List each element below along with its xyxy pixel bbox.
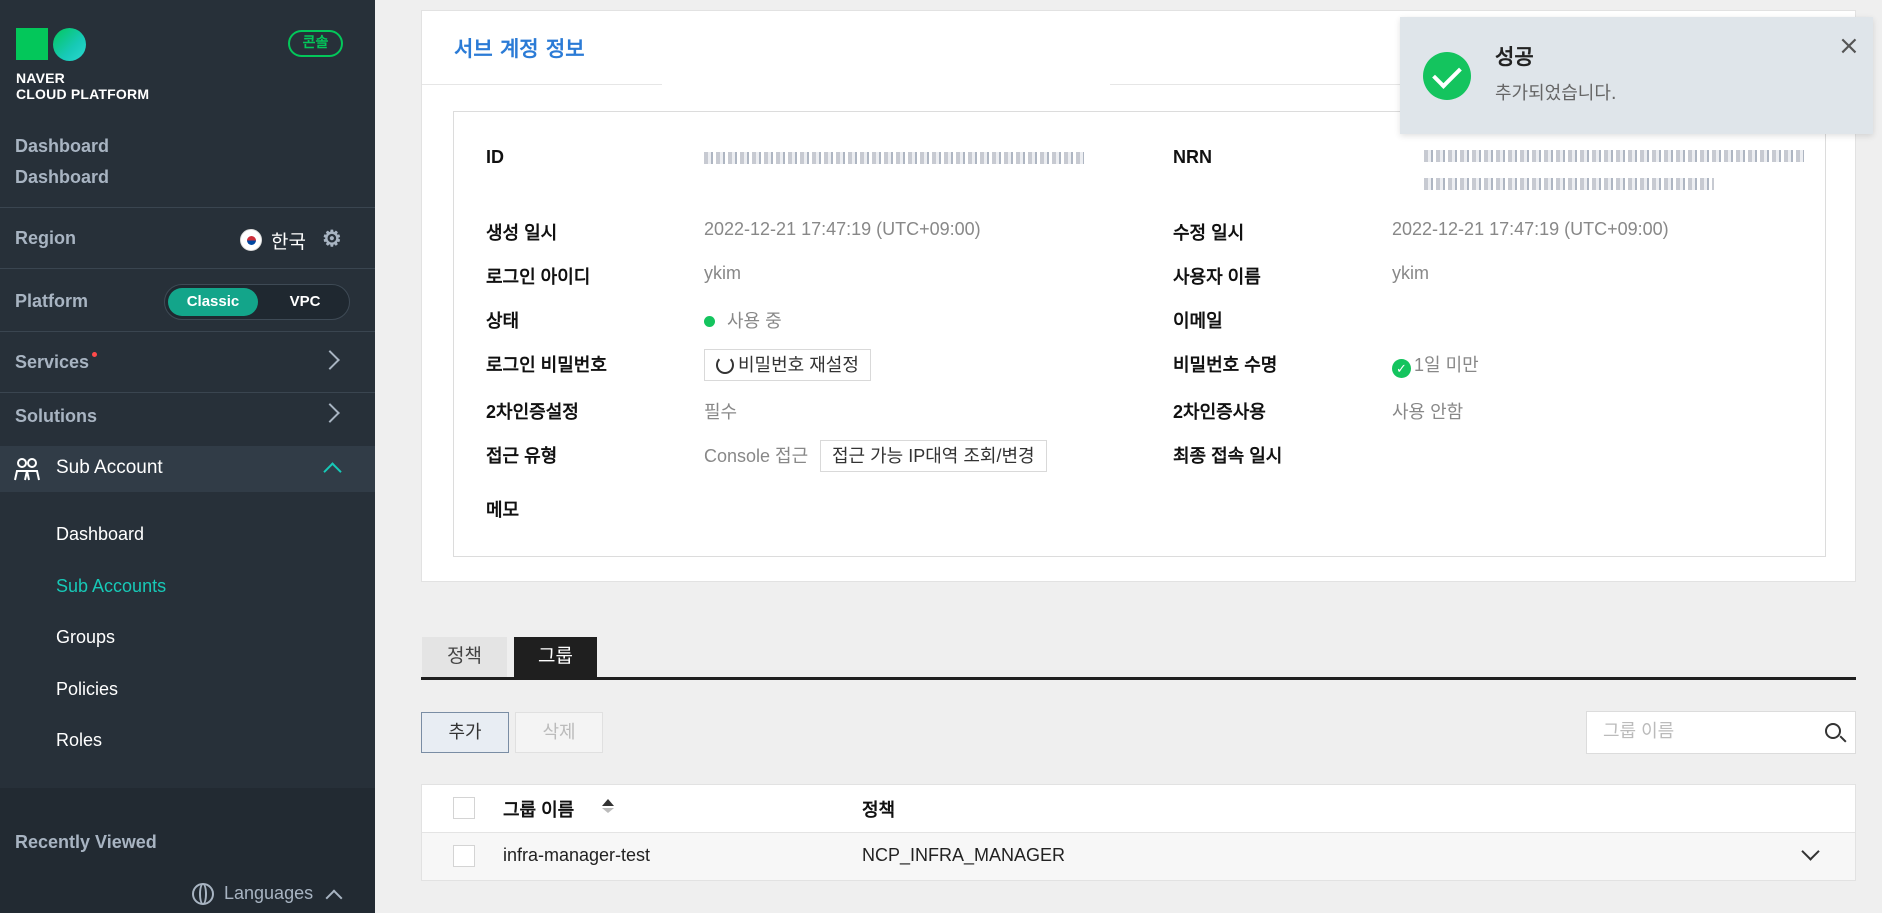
chevron-down-icon[interactable] (1801, 842, 1820, 861)
platform-label: Platform (15, 291, 89, 311)
console-badge[interactable]: 콘솔 (288, 30, 343, 57)
solutions-label: Solutions (15, 405, 97, 426)
nav-dashboard-text: Dashboard (15, 167, 110, 187)
success-toast: 성공 추가되었습니다. × (1400, 17, 1873, 134)
platform-vpc-button[interactable]: VPC (265, 288, 345, 316)
check-circle-icon (1423, 52, 1471, 100)
status-label: 상태 (486, 311, 520, 331)
platform-classic-button[interactable]: Classic (168, 288, 258, 316)
info-box: ID NRN 생성 일시 2022-12-21 17:47:19 (UTC+09… (453, 111, 1826, 557)
sub-account-label: Sub Account (56, 457, 163, 478)
divider-gap (662, 81, 1110, 87)
row-checkbox[interactable] (453, 845, 475, 867)
region-label: Region (15, 228, 76, 248)
sort-icon[interactable] (602, 799, 614, 813)
add-button[interactable]: 추가 (421, 712, 509, 753)
platform-toggle: Classic VPC (164, 284, 350, 320)
naver-cloud-logo[interactable]: NAVER CLOUD PLATFORM (16, 28, 149, 102)
gear-icon[interactable]: ⚙ (322, 228, 342, 250)
status-value: 사용 중 (704, 307, 782, 333)
username-value: ykim (1392, 263, 1429, 283)
row-policy: NCP_INFRA_MANAGER (862, 845, 1066, 865)
globe-icon (192, 883, 214, 905)
nav-dashboard-row[interactable]: Dashboard (0, 148, 375, 208)
tab-policy[interactable]: 정책 (422, 637, 507, 678)
toast-title: 성공 (1495, 45, 1534, 69)
delete-button[interactable]: 삭제 (515, 712, 603, 753)
toast-message: 추가되었습니다. (1495, 83, 1617, 104)
chevron-right-icon (320, 403, 340, 423)
login-id-value: ykim (704, 263, 741, 283)
email-label: 이메일 (1173, 311, 1223, 331)
tab-group[interactable]: 그룹 (514, 637, 597, 678)
nav-sub-account[interactable]: Sub Account (0, 446, 375, 492)
region-value[interactable]: 한국 (271, 227, 306, 254)
created-value: 2022-12-21 17:47:19 (UTC+09:00) (704, 219, 981, 239)
access-type-value: Console 접근 (704, 446, 809, 466)
last-login-label: 최종 접속 일시 (1173, 446, 1283, 466)
sub-nav-policies[interactable]: Policies (56, 679, 118, 700)
sub-nav-dashboard[interactable]: Dashboard (56, 524, 144, 545)
chevron-right-icon (320, 350, 340, 370)
status-dot (704, 316, 715, 327)
group-search-input[interactable] (1603, 721, 1803, 742)
access-type-label: 접근 유형 (486, 446, 558, 466)
id-label: ID (486, 147, 504, 167)
reset-password-button[interactable]: 비밀번호 재설정 (704, 349, 871, 381)
nav-services[interactable]: Services (0, 333, 375, 393)
nav-solutions[interactable]: Solutions (0, 386, 375, 446)
services-label: Services (15, 352, 90, 372)
nav-platform: Platform Classic VPC (0, 272, 375, 332)
logo-text: NAVER CLOUD PLATFORM (16, 70, 150, 102)
password-lifetime-label: 비밀번호 수명 (1173, 355, 1278, 375)
twofa-setting-value: 필수 (704, 402, 738, 422)
column-policy: 정책 (862, 800, 896, 820)
logo-mark (16, 28, 86, 61)
nav-region: Region 한국 ⚙ (0, 209, 375, 269)
nrn-label: NRN (1173, 147, 1212, 167)
username-label: 사용자 이름 (1173, 267, 1261, 287)
nrn-value-redacted (1424, 150, 1804, 162)
users-icon (14, 458, 40, 481)
chevron-up-icon (323, 462, 342, 481)
login-id-label: 로그인 아이디 (486, 267, 591, 287)
table-row[interactable]: infra-manager-test NCP_INFRA_MANAGER (422, 833, 1855, 880)
twofa-use-label: 2차인증사용 (1173, 402, 1266, 422)
page-title: 서브 계정 정보 (454, 37, 585, 61)
nrn-value-redacted-2 (1424, 178, 1714, 190)
close-icon[interactable]: × (1838, 33, 1860, 59)
sub-nav-roles[interactable]: Roles (56, 730, 102, 751)
group-table: 그룹 이름 정책 infra-manager-test NCP_INFRA_MA… (421, 784, 1856, 881)
password-lifetime-value: ✓ 1일 미만 (1392, 351, 1479, 378)
sub-nav-sub-accounts[interactable]: Sub Accounts (56, 576, 166, 597)
table-header: 그룹 이름 정책 (422, 785, 1855, 833)
select-all-checkbox[interactable] (453, 797, 475, 819)
tab-underline (421, 677, 1856, 680)
modified-value: 2022-12-21 17:47:19 (UTC+09:00) (1392, 219, 1669, 239)
sidebar: NAVER CLOUD PLATFORM 콘솔 Dashboard Dashbo… (0, 0, 375, 913)
column-group-name[interactable]: 그룹 이름 (503, 796, 574, 822)
row-group-name: infra-manager-test (503, 845, 651, 865)
id-value-redacted (704, 152, 1084, 164)
refresh-icon (716, 356, 734, 374)
sub-nav-groups[interactable]: Groups (56, 627, 115, 648)
languages-button[interactable]: Languages (224, 883, 313, 904)
twofa-use-value: 사용 안함 (1392, 402, 1464, 422)
ip-range-button[interactable]: 접근 가능 IP대역 조회/변경 (820, 440, 1047, 472)
modified-label: 수정 일시 (1173, 223, 1245, 243)
twofa-setting-label: 2차인증설정 (486, 402, 579, 422)
check-circle-icon: ✓ (1392, 359, 1411, 378)
search-icon[interactable] (1825, 723, 1841, 739)
korea-flag-icon (240, 229, 262, 251)
recently-viewed[interactable]: Recently Viewed (15, 832, 157, 853)
password-label: 로그인 비밀번호 (486, 355, 607, 375)
notification-dot (92, 352, 98, 357)
created-label: 생성 일시 (486, 223, 558, 243)
search-box (1586, 711, 1856, 754)
memo-label: 메모 (486, 500, 520, 520)
